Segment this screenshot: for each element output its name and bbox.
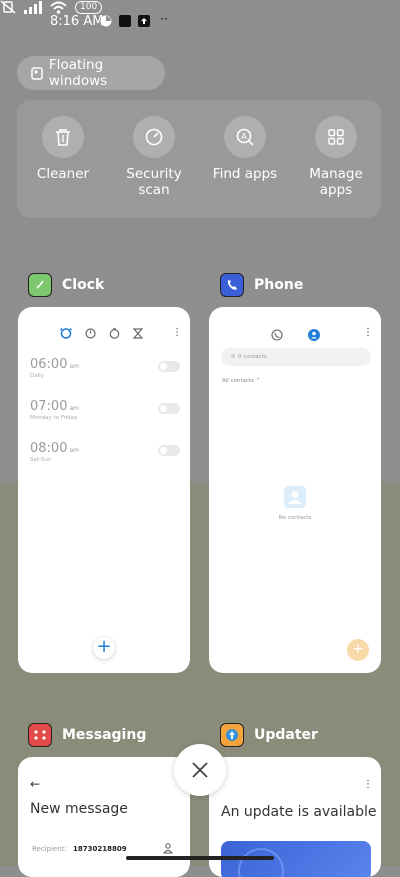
- phone-app-header[interactable]: Phone: [220, 273, 303, 297]
- alarm-time: 08:00: [30, 441, 68, 456]
- cleaner-label: Cleaner: [36, 166, 90, 182]
- battery-indicator: 100: [75, 0, 103, 14]
- messaging-app-name: Messaging: [62, 727, 147, 743]
- cleaner-circle: [42, 116, 84, 158]
- contact-picker-icon[interactable]: [163, 843, 173, 854]
- floating-windows-button[interactable]: Floating windows: [17, 56, 165, 90]
- updater-app-icon: [220, 723, 244, 747]
- phone-app-icon: [220, 273, 244, 297]
- add-alarm-button[interactable]: +: [93, 637, 115, 659]
- vibrate-off-icon: [0, 0, 16, 14]
- alarm-tab-icon[interactable]: [60, 327, 72, 339]
- contacts-filter-dropdown[interactable]: All contacts ⌃: [222, 378, 260, 384]
- tools-panel: Cleaner Security scan A Find apps Manage…: [17, 100, 381, 218]
- manage-apps-button[interactable]: Manage apps: [291, 116, 381, 198]
- clock-tabs: [60, 327, 143, 339]
- recipient-label: Recipient:: [32, 845, 67, 853]
- close-icon: [192, 762, 208, 778]
- find-apps-icon: A: [236, 128, 254, 146]
- floating-windows-label: Floating windows: [48, 57, 108, 89]
- alarm-ampm: am: [69, 363, 79, 370]
- security-scan-icon: [145, 128, 163, 146]
- contacts-filter-label: All contacts: [222, 378, 255, 384]
- clock-app-header[interactable]: Clock: [28, 273, 104, 297]
- home-indicator[interactable]: [126, 856, 274, 860]
- add-contact-button[interactable]: +: [347, 639, 369, 661]
- search-icon: ⚲: [231, 354, 236, 360]
- wifi-icon: [50, 1, 67, 14]
- manage-apps-circle: [315, 116, 357, 158]
- timer-tab-icon[interactable]: [133, 327, 143, 339]
- notification-square-icon: [119, 15, 131, 27]
- alarm-time: 06:00: [30, 357, 68, 372]
- back-arrow-icon[interactable]: ←: [30, 777, 40, 791]
- alarm-toggle[interactable]: [158, 445, 180, 456]
- clear-all-button[interactable]: [174, 744, 226, 796]
- security-scan-button[interactable]: Security scan: [109, 116, 199, 198]
- find-apps-label: Find apps: [212, 166, 278, 182]
- empty-contacts-text: No contacts: [278, 515, 312, 521]
- updater-app-name: Updater: [254, 727, 318, 743]
- alarm-toggle[interactable]: [158, 403, 180, 414]
- world-clock-tab-icon[interactable]: [85, 327, 96, 339]
- find-apps-circle: A: [224, 116, 266, 158]
- alarm-row[interactable]: 08:00 am Sat-Sun: [30, 441, 180, 463]
- security-scan-label: Security scan: [126, 166, 182, 198]
- floating-window-icon: [31, 66, 43, 80]
- status-time: 8:16 AM: [50, 14, 104, 29]
- clock-card[interactable]: ⋮ 06:00 am Daily 07:00 am Monday to Friday…: [18, 307, 190, 673]
- stopwatch-tab-icon[interactable]: [109, 327, 120, 339]
- clock-more-icon[interactable]: ⋮: [172, 328, 182, 338]
- chevron-updown-icon: ⌃: [255, 378, 261, 384]
- recipient-field[interactable]: 18730218809: [73, 845, 127, 853]
- clock-app-name: Clock: [62, 277, 105, 293]
- empty-contacts-icon: [284, 486, 306, 508]
- recents-tab-icon[interactable]: [271, 329, 283, 341]
- svg-text:A: A: [241, 132, 247, 141]
- contacts-search-placeholder: 0 contacts: [238, 354, 267, 360]
- phone-more-icon[interactable]: ⋮: [363, 328, 373, 338]
- phone-app-name: Phone: [254, 277, 304, 293]
- cleaner-button[interactable]: Cleaner: [18, 116, 108, 182]
- alarm-time: 07:00: [30, 399, 68, 414]
- messaging-app-icon: [28, 723, 52, 747]
- status-bar: 8:16 AM ·· 100: [0, 0, 400, 44]
- app-notification-icon: [100, 15, 112, 27]
- alarm-ampm: am: [69, 447, 79, 454]
- grid-icon: [328, 129, 344, 145]
- updater-app-header[interactable]: Updater: [220, 723, 318, 747]
- alarm-repeat: Daily: [30, 373, 44, 379]
- more-notifications-icon: ··: [160, 12, 168, 26]
- signal-icon: [24, 0, 42, 14]
- alarm-repeat: Monday to Friday: [30, 415, 78, 421]
- upload-notification-icon: [138, 15, 150, 27]
- contacts-search-input[interactable]: ⚲ 0 contacts: [221, 348, 371, 366]
- update-available-title: An update is available: [221, 804, 377, 820]
- find-apps-button[interactable]: A Find apps: [200, 116, 290, 182]
- alarm-toggle[interactable]: [158, 361, 180, 372]
- clock-app-icon: [28, 273, 52, 297]
- alarm-row[interactable]: 07:00 am Monday to Friday: [30, 399, 180, 421]
- alarm-row[interactable]: 06:00 am Daily: [30, 357, 180, 379]
- messaging-app-header[interactable]: Messaging: [28, 723, 146, 747]
- alarm-ampm: am: [69, 405, 79, 412]
- manage-apps-label: Manage apps: [309, 166, 363, 198]
- phone-card[interactable]: ⋮ ⚲ 0 contacts All contacts ⌃ No contacts…: [209, 307, 381, 673]
- new-message-title: New message: [30, 801, 128, 817]
- status-right: 100: [0, 0, 400, 14]
- security-scan-circle: [133, 116, 175, 158]
- trash-icon: [56, 129, 70, 146]
- contacts-tab-icon[interactable]: [308, 329, 320, 341]
- alarm-repeat: Sat-Sun: [30, 457, 52, 463]
- updater-more-icon[interactable]: ⋮: [363, 780, 373, 790]
